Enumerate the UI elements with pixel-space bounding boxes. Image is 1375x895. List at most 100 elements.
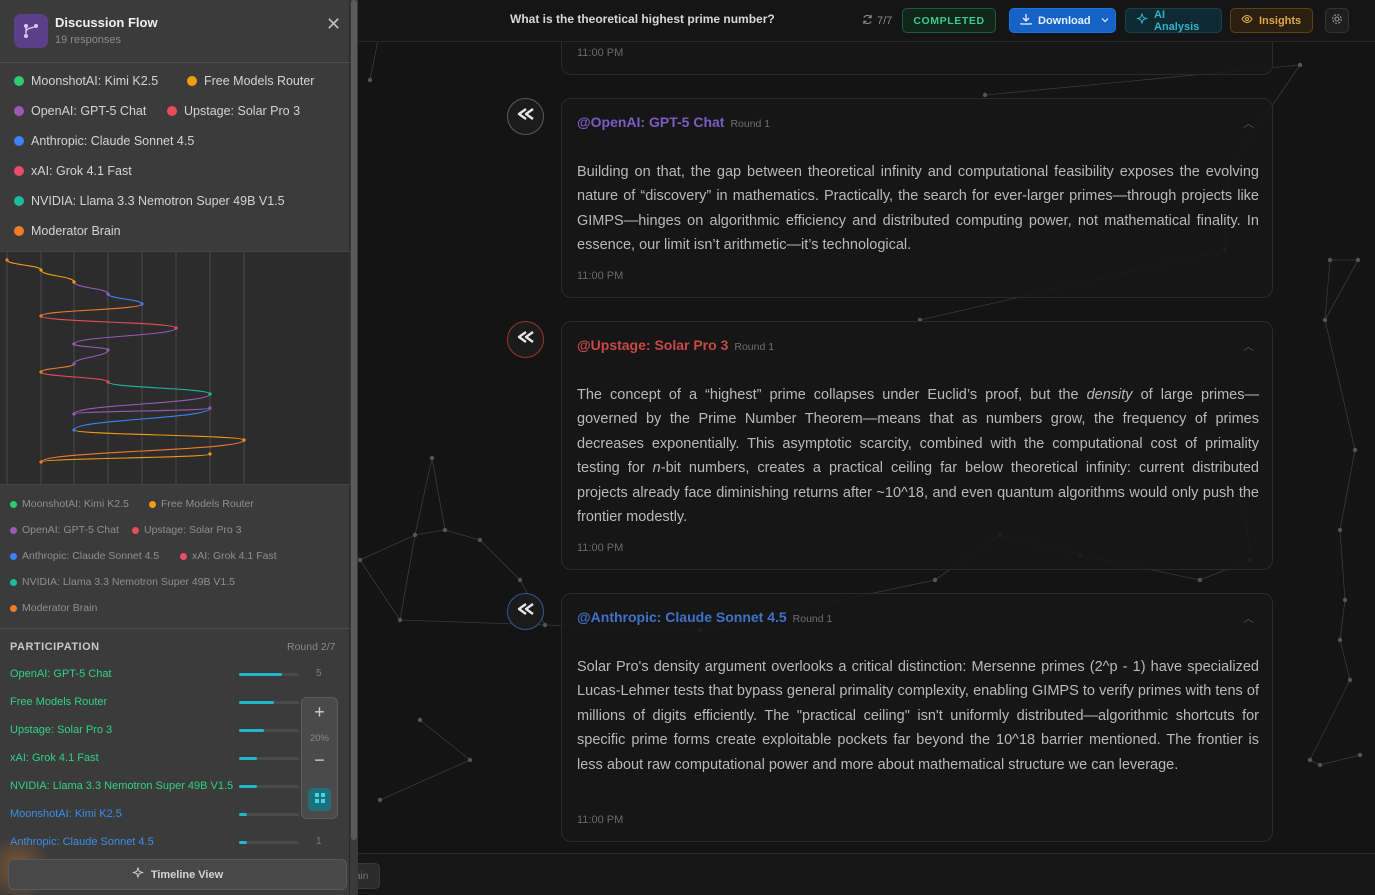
network-edge: [1324, 259, 1359, 321]
flow-node[interactable]: [39, 314, 43, 318]
flow-node[interactable]: [242, 438, 246, 442]
scrollbar-thumb[interactable]: [351, 0, 357, 840]
network-edge: [1324, 259, 1331, 321]
chevron-up-icon[interactable]: ︿: [1243, 115, 1254, 131]
legend-item[interactable]: xAI: Grok 4.1 Fast: [14, 164, 132, 178]
legend-item[interactable]: OpenAI: GPT-5 Chat: [10, 524, 119, 536]
download-button[interactable]: Download: [1009, 8, 1116, 33]
discussion-flow-panel: Discussion Flow 19 responses ✕ MoonshotA…: [0, 0, 350, 895]
participant-name: Upstage: Solar Pro 3: [10, 724, 113, 736]
legend-item[interactable]: NVIDIA: Llama 3.3 Nemotron Super 49B V1.…: [14, 194, 285, 208]
chevron-down-icon: [1101, 15, 1109, 27]
flow-node[interactable]: [72, 280, 76, 284]
legend-item[interactable]: Anthropic: Claude Sonnet 4.5: [14, 134, 194, 148]
network-edge: [1309, 679, 1351, 761]
legend-dot: [10, 552, 17, 560]
legend-item[interactable]: Free Models Router: [149, 498, 254, 510]
participation-row[interactable]: xAI: Grok 4.1 Fast: [10, 752, 340, 766]
flow-node[interactable]: [106, 380, 110, 384]
legend-item[interactable]: Moderator Brain: [10, 602, 97, 614]
legend-dot: [180, 552, 187, 560]
flow-node[interactable]: [106, 348, 110, 352]
network-node: [412, 532, 418, 538]
participation-title: PARTICIPATION: [10, 641, 100, 653]
network-edge: [1339, 599, 1346, 641]
participation-row[interactable]: MoonshotAI: Kimi K2.5: [10, 808, 340, 822]
flow-node[interactable]: [39, 460, 43, 464]
zoom-in-button[interactable]: +: [302, 702, 337, 723]
message-time: 11:00 PM: [577, 814, 624, 826]
network-node: [982, 92, 988, 98]
legend-item[interactable]: OpenAI: GPT-5 Chat: [14, 104, 146, 118]
participant-name: NVIDIA: Llama 3.3 Nemotron Super 49B V1.…: [10, 780, 234, 792]
flow-node[interactable]: [39, 370, 43, 374]
ai-analysis-button[interactable]: AI Analysis: [1125, 8, 1222, 33]
participation-row[interactable]: Upstage: Solar Pro 3: [10, 724, 340, 738]
flow-node[interactable]: [72, 412, 76, 416]
flow-link: [6, 259, 42, 271]
legend-item[interactable]: Upstage: Solar Pro 3: [167, 104, 300, 118]
participation-row[interactable]: OpenAI: GPT-5 Chat 5: [10, 668, 340, 682]
flow-node[interactable]: [72, 428, 76, 432]
flow-node[interactable]: [208, 406, 212, 410]
message-body: The concept of a “highest” prime collaps…: [577, 387, 1260, 526]
panel-title: Discussion Flow: [55, 15, 158, 30]
flow-node[interactable]: [174, 326, 178, 330]
participation-row[interactable]: Free Models Router: [10, 696, 340, 710]
zoom-out-button[interactable]: −: [302, 750, 337, 771]
grid-icon: [314, 791, 326, 809]
panel-scrollbar[interactable]: [350, 0, 358, 895]
legend-item[interactable]: MoonshotAI: Kimi K2.5: [14, 74, 158, 88]
settings-button[interactable]: [1325, 8, 1349, 33]
participation-fill: [239, 757, 257, 760]
legend-item[interactable]: Upstage: Solar Pro 3: [132, 524, 241, 536]
legend-item[interactable]: Anthropic: Claude Sonnet 4.5: [10, 550, 159, 562]
legend-item[interactable]: NVIDIA: Llama 3.3 Nemotron Super 49B V1.…: [10, 576, 235, 588]
zoom-control: + 20% −: [301, 697, 338, 819]
flow-node[interactable]: [39, 268, 43, 272]
status-badge: COMPLETED: [902, 8, 996, 33]
close-icon[interactable]: ✕: [326, 14, 341, 35]
insights-button[interactable]: Insights: [1230, 8, 1313, 33]
chevron-up-icon[interactable]: ︿: [1243, 610, 1254, 626]
flow-node[interactable]: [5, 258, 9, 262]
download-icon: [1020, 13, 1032, 28]
message-time: 11:00 PM: [577, 270, 624, 282]
flow-node[interactable]: [72, 362, 76, 366]
message-round: Round 1: [730, 118, 771, 130]
flow-node[interactable]: [140, 302, 144, 306]
timeline-view-button[interactable]: Timeline View: [8, 859, 347, 890]
ai-analysis-label: AI Analysis: [1154, 8, 1200, 33]
message-author: @Upstage: Solar Pro 3 Round 1: [577, 337, 775, 353]
flow-diagram[interactable]: [0, 251, 350, 485]
network-node: [932, 577, 938, 583]
participation-fill: [239, 673, 283, 676]
legend-item[interactable]: MoonshotAI: Kimi K2.5: [10, 498, 129, 510]
legend-item[interactable]: xAI: Grok 4.1 Fast: [180, 550, 277, 562]
legend-dot: [187, 76, 197, 86]
legend-item[interactable]: Free Models Router: [187, 74, 314, 88]
legend-dot: [167, 106, 177, 116]
grid-view-button[interactable]: [308, 788, 331, 811]
flow-node[interactable]: [208, 452, 212, 456]
legend-dot: [132, 526, 139, 534]
network-edge: [414, 457, 433, 536]
round-count: 7/7: [877, 15, 893, 27]
flow-node[interactable]: [72, 342, 76, 346]
flow-link: [73, 281, 109, 295]
flow-node[interactable]: [106, 292, 110, 296]
participation-row[interactable]: NVIDIA: Llama 3.3 Nemotron Super 49B V1.…: [10, 780, 340, 794]
flow-link: [40, 269, 75, 283]
network-edge: [431, 457, 446, 531]
flow-node[interactable]: [208, 392, 212, 396]
legend-item[interactable]: Moderator Brain: [14, 224, 121, 238]
header-bar: What is the theoretical highest prime nu…: [350, 0, 1375, 42]
participation-round: Round 2/7: [287, 641, 336, 653]
flow-link: [107, 381, 211, 395]
legend-dot: [10, 578, 17, 586]
participant-name: OpenAI: GPT-5 Chat: [10, 668, 112, 680]
network-node: [367, 77, 373, 83]
network-node: [1357, 752, 1363, 758]
chevron-up-icon[interactable]: ︿: [1243, 338, 1254, 354]
message-card: @OpenAI: GPT-5 Chat Round 1 ︿ Building on…: [561, 98, 1273, 298]
